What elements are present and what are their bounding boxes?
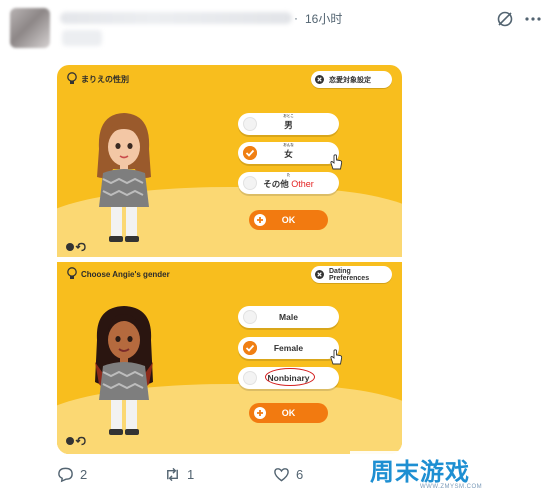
mii-character — [95, 306, 153, 435]
game-screenshot-english[interactable]: Choose Angie's gender Dating Preferences… — [57, 262, 402, 454]
option-female[interactable]: Female — [238, 337, 339, 359]
like-count: 6 — [296, 467, 304, 482]
back-control-icon[interactable] — [65, 242, 87, 252]
watermark-logo: 周末游戏 — [370, 459, 470, 486]
dating-preferences-button[interactable]: Dating Preferences — [311, 266, 392, 283]
repost-icon — [167, 467, 178, 482]
repost-count: 1 — [187, 467, 195, 482]
option-label-wrap: その他 Other — [238, 178, 339, 190]
reply-icon — [58, 467, 73, 483]
dating-preferences-label: 恋愛対象設定 — [329, 76, 371, 84]
reply-count: 2 — [80, 467, 88, 482]
like-icon — [274, 468, 289, 482]
bulb-icon — [67, 72, 77, 84]
time-separator: · — [294, 11, 298, 25]
option-label: 男 — [284, 120, 293, 130]
ok-label: OK — [281, 408, 296, 418]
option-other[interactable]: た その他 Other — [238, 172, 339, 194]
back-control-icon[interactable] — [65, 436, 87, 446]
author-handle-blurred — [62, 30, 102, 46]
ok-button[interactable]: OK — [249, 403, 328, 423]
option-label: Female — [273, 343, 304, 353]
hand-cursor-icon — [330, 154, 343, 170]
option-label: 女 — [284, 149, 293, 159]
close-icon — [315, 270, 324, 279]
ok-label: OK — [281, 215, 296, 225]
reply-button[interactable]: 2 — [57, 466, 87, 483]
author-name-blurred[interactable] — [60, 12, 292, 24]
repost-button[interactable]: 1 — [164, 466, 194, 483]
panel-title: まりえの性別 — [81, 75, 129, 84]
option-label: その他 — [263, 179, 289, 189]
option-male[interactable]: おとこ 男 — [238, 113, 339, 135]
option-annotation: Other — [291, 179, 314, 189]
ok-button[interactable]: OK — [249, 210, 328, 230]
close-icon — [315, 75, 324, 84]
bulb-icon — [67, 267, 77, 279]
option-label: Male — [279, 312, 298, 322]
option-female[interactable]: おんな 女 — [238, 142, 339, 164]
option-male[interactable]: Male — [238, 306, 339, 328]
red-circle-annotation — [265, 368, 315, 386]
dating-preferences-button[interactable]: 恋愛対象設定 — [311, 71, 392, 88]
game-screenshot-japanese[interactable]: まりえの性別 恋愛対象設定 おとこ 男 おんな 女 た その他 Other OK — [57, 65, 402, 257]
mii-character — [97, 113, 151, 242]
panel-title: Choose Angie's gender — [81, 270, 170, 279]
post-time[interactable]: 16小时 — [305, 10, 342, 27]
more-icon[interactable] — [524, 10, 542, 28]
grok-icon[interactable] — [496, 10, 514, 28]
dating-preferences-label: Dating Preferences — [329, 267, 370, 282]
watermark-url: WWW.ZMYSM.COM — [420, 484, 483, 490]
author-avatar[interactable] — [10, 8, 50, 48]
hand-cursor-icon — [330, 349, 343, 365]
like-button[interactable]: 6 — [273, 466, 303, 483]
